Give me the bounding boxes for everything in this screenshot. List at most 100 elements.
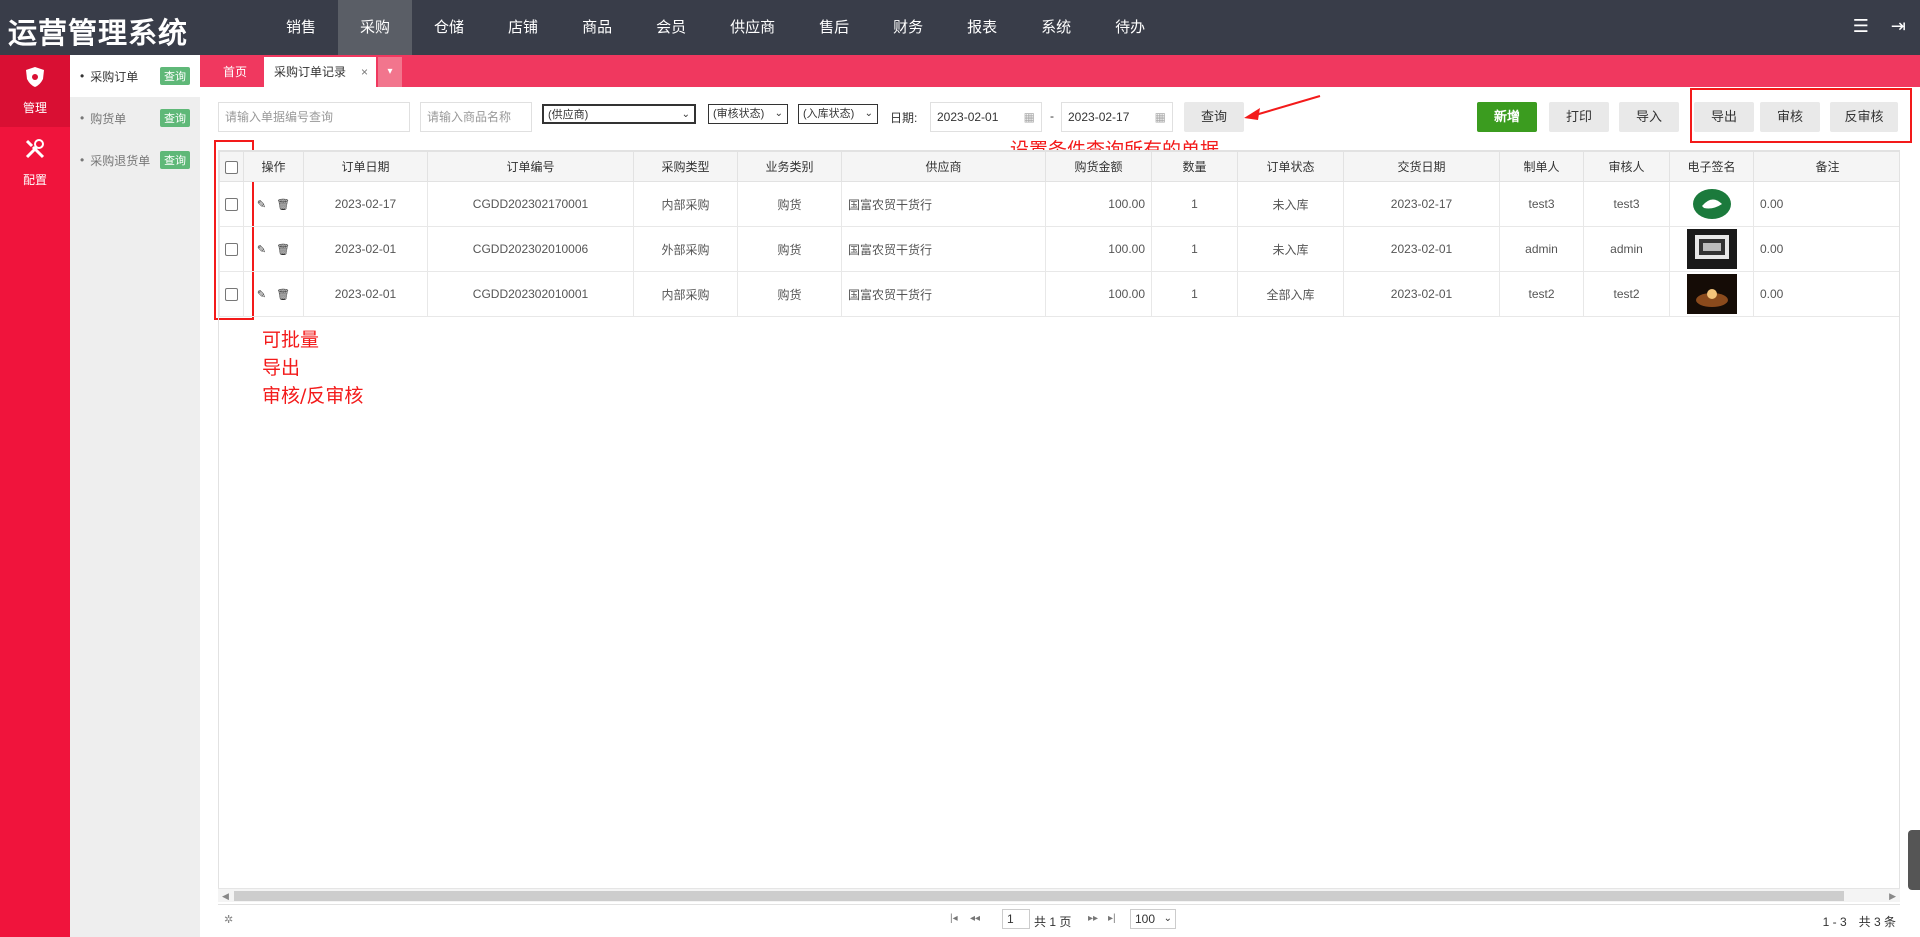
query-badge[interactable]: 查询 <box>160 151 190 169</box>
delete-icon[interactable]: 🗑 <box>276 243 290 256</box>
page-number-input[interactable]: 1 <box>1002 909 1030 929</box>
row-select-cell[interactable] <box>219 226 244 272</box>
header-cell: 业务类别 <box>737 151 842 182</box>
edit-icon[interactable]: ✎ <box>257 243 266 256</box>
print-button[interactable]: 打印 <box>1549 102 1609 132</box>
table-cell: 外部采购 <box>633 226 738 272</box>
bullet-icon: • <box>80 111 85 125</box>
horizontal-scrollbar[interactable]: ◀ ▶ <box>218 888 1900 902</box>
table-cell: 0.00 <box>1753 181 1899 227</box>
nav-item[interactable]: 采购 <box>338 0 413 55</box>
nav-item[interactable]: 会员 <box>634 0 708 55</box>
close-icon[interactable]: × <box>361 57 368 87</box>
stock-select-value: (入库状态) <box>803 108 855 120</box>
date-to-input[interactable]: 2023-02-17 ▦ <box>1061 102 1173 132</box>
header-select-all[interactable] <box>219 151 244 182</box>
row-checkbox[interactable] <box>225 198 238 212</box>
tab-purchase-order-records[interactable]: 采购订单记录 × <box>264 57 376 87</box>
nav-item[interactable]: 店铺 <box>486 0 560 55</box>
delete-icon[interactable]: 🗑 <box>276 288 290 301</box>
table-cell: 国富农贸干货行 <box>841 226 1046 272</box>
table-cell: 2023-02-01 <box>303 226 428 272</box>
prev-page-icon[interactable]: ◂◂ <box>970 913 980 924</box>
nav-item[interactable]: 销售 <box>264 0 338 55</box>
list-icon[interactable]: ☰ <box>1853 16 1869 37</box>
calendar-icon[interactable]: ▦ <box>1024 103 1035 131</box>
row-select-cell[interactable] <box>219 181 244 227</box>
edit-icon[interactable]: ✎ <box>257 288 266 301</box>
page-size-select[interactable]: 100 ⌄ <box>1130 909 1176 929</box>
app-title: 运营管理系统 <box>8 16 189 50</box>
nav-item[interactable]: 商品 <box>560 0 634 55</box>
stock-status-select[interactable]: (入库状态) ⌄ <box>798 104 878 124</box>
header-cell: 数量 <box>1151 151 1238 182</box>
table-cell: 2023-02-17 <box>303 181 428 227</box>
scroll-right-icon[interactable]: ▶ <box>1889 889 1896 903</box>
signature-cell <box>1669 181 1754 227</box>
bullet-icon: • <box>80 69 85 83</box>
table-cell: 国富农贸干货行 <box>841 271 1046 317</box>
table-cell: 1 <box>1151 181 1238 227</box>
row-checkbox[interactable] <box>225 288 238 302</box>
calendar-icon[interactable]: ▦ <box>1155 103 1166 131</box>
new-button[interactable]: 新增 <box>1477 102 1537 132</box>
sidebar-item-manage[interactable]: 管理 <box>0 55 70 127</box>
date-from-input[interactable]: 2023-02-01 ▦ <box>930 102 1042 132</box>
scroll-left-icon[interactable]: ◀ <box>222 889 229 903</box>
tab-home[interactable]: 首页 <box>208 57 262 87</box>
next-page-icon[interactable]: ▸▸ <box>1088 913 1098 924</box>
first-page-icon[interactable]: |◂ <box>950 913 958 924</box>
submenu-item-purchase-order[interactable]: • 采购订单 查询 <box>70 55 200 97</box>
row-checkbox[interactable] <box>225 243 238 257</box>
table-cell: 购货 <box>737 181 842 227</box>
scrollbar-thumb[interactable] <box>234 891 1844 901</box>
orders-grid: 操作 订单日期 订单编号 采购类型 业务类别 供应商 购货金额 数量 订单状态 … <box>218 150 1900 890</box>
table-cell: 1 <box>1151 226 1238 272</box>
header-cell: 供应商 <box>841 151 1046 182</box>
table-cell: CGDD202302170001 <box>427 181 634 227</box>
query-badge[interactable]: 查询 <box>160 109 190 127</box>
nav-item[interactable]: 待办 <box>1093 0 1167 55</box>
table-row[interactable]: ✎ 🗑 2023-02-01 CGDD202302010001 内部采购 购货 国富农贸干货… <box>219 271 1899 317</box>
sidebar-item-config[interactable]: 配置 <box>0 127 70 199</box>
submenu-item-label: 购货单 <box>90 111 127 126</box>
query-button[interactable]: 查询 <box>1184 102 1244 132</box>
import-button[interactable]: 导入 <box>1619 102 1679 132</box>
table-cell: 2023-02-17 <box>1343 181 1500 227</box>
product-name-input[interactable]: 请输入商品名称 <box>420 102 532 132</box>
table-cell: 全部入库 <box>1237 271 1344 317</box>
last-page-icon[interactable]: ▸| <box>1108 913 1116 924</box>
submenu-item-purchase-bill[interactable]: • 购货单 查询 <box>70 97 200 139</box>
select-all-checkbox[interactable] <box>225 160 238 174</box>
tab-more-button[interactable]: ▾ <box>378 57 402 87</box>
row-select-cell[interactable] <box>219 271 244 317</box>
chevron-down-icon: ⌄ <box>864 108 873 119</box>
side-widget[interactable] <box>1908 830 1920 890</box>
table-cell: 购货 <box>737 271 842 317</box>
nav-item[interactable]: 供应商 <box>708 0 797 55</box>
table-row[interactable]: ✎ 🗑 2023-02-01 CGDD202302010006 外部采购 购货 国富农贸干货… <box>219 226 1899 272</box>
table-cell: admin <box>1583 226 1670 272</box>
table-cell: 内部采购 <box>633 181 738 227</box>
annotation-arrow <box>1244 95 1321 120</box>
header-cell: 采购类型 <box>633 151 738 182</box>
gear-icon[interactable]: ✲ <box>224 913 233 926</box>
table-cell: 1 <box>1151 271 1238 317</box>
query-badge[interactable]: 查询 <box>160 67 190 85</box>
nav-item[interactable]: 系统 <box>1019 0 1093 55</box>
nav-item[interactable]: 售后 <box>797 0 871 55</box>
order-no-input[interactable]: 请输入单据编号查询 <box>218 102 410 132</box>
nav-item[interactable]: 财务 <box>871 0 945 55</box>
logout-icon[interactable]: ⇥ <box>1891 16 1906 37</box>
supplier-select[interactable]: (供应商) ⌄ <box>542 104 696 124</box>
signature-image <box>1686 274 1737 314</box>
nav-item[interactable]: 报表 <box>945 0 1019 55</box>
table-cell: 0.00 <box>1753 226 1899 272</box>
table-row[interactable]: ✎ 🗑 2023-02-17 CGDD202302170001 内部采购 购货 国富农贸干货… <box>219 181 1899 227</box>
edit-icon[interactable]: ✎ <box>257 198 266 211</box>
submenu-item-purchase-return[interactable]: • 采购退货单 查询 <box>70 139 200 181</box>
nav-item[interactable]: 仓储 <box>412 0 486 55</box>
delete-icon[interactable]: 🗑 <box>276 198 290 211</box>
audit-status-select[interactable]: (审核状态) ⌄ <box>708 104 788 124</box>
table-cell: test3 <box>1499 181 1584 227</box>
